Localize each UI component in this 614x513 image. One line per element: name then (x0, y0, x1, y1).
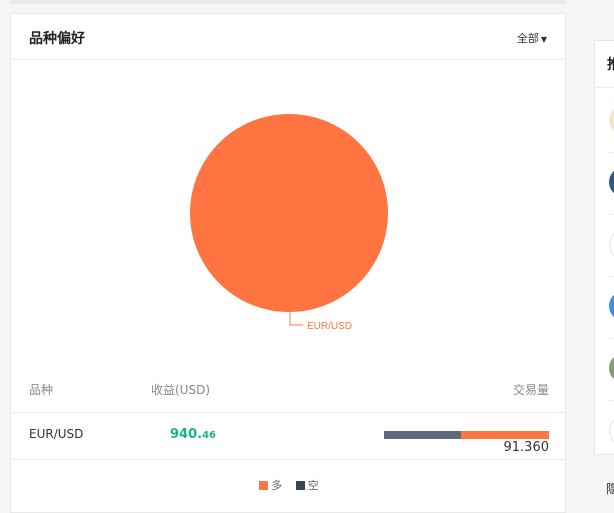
legend-label-long: 多 (271, 479, 283, 492)
avatar[interactable] (609, 415, 614, 447)
right-panel: 推 (594, 40, 614, 455)
card-title: 品种偏好 (29, 31, 85, 47)
legend: 多 空 (11, 477, 567, 493)
legend-item-short[interactable]: 空 (295, 477, 319, 493)
right-panel-title: 推 (607, 54, 614, 74)
avatar[interactable] (609, 105, 614, 135)
right-panel-header: 推 (595, 41, 614, 88)
divider (609, 400, 614, 401)
caret-down-icon: ▼ (540, 35, 547, 44)
legend-item-long[interactable]: 多 (259, 477, 282, 493)
filter-dropdown[interactable]: 全部 ▼ (517, 30, 547, 46)
divider (609, 152, 614, 153)
card-header: 品种偏好 全部 ▼ (11, 14, 565, 60)
row-profit: 940.46 (170, 427, 216, 442)
header-symbol: 品种 (29, 383, 54, 397)
volume-bar-long (461, 431, 549, 439)
divider (609, 338, 614, 339)
table-header: 品种 收益(USD) 交易量 (11, 376, 567, 413)
header-profit: 收益(USD) (151, 383, 211, 397)
top-strip (10, 0, 566, 4)
legend-label-short: 空 (307, 479, 319, 492)
legend-swatch-short (295, 481, 305, 490)
row-profit-int: 940. (170, 427, 203, 442)
legend-swatch-long (259, 481, 269, 490)
avatar[interactable] (609, 229, 614, 261)
symbol-preference-card: 品种偏好 全部 ▼ EUR/USD 品种 收益(USD) 交易量 EUR/USD … (10, 13, 567, 513)
row-profit-dec: 46 (202, 430, 216, 441)
row-symbol: EUR/USD (29, 427, 84, 441)
divider (609, 214, 614, 215)
filter-label: 全部 (516, 32, 539, 45)
divider (609, 276, 614, 277)
avatar[interactable] (609, 167, 614, 197)
right-bottom-label: 隐 (606, 482, 614, 496)
volume-bar (384, 431, 549, 439)
table-row: EUR/USD 940.46 91.360 (11, 413, 567, 460)
pie-label-leader (289, 312, 303, 326)
pie-label-eurusd: EUR/USD (307, 321, 352, 332)
pie-chart: EUR/USD (190, 114, 388, 332)
header-volume: 交易量 (512, 383, 549, 397)
pie-slice-eurusd[interactable] (190, 114, 388, 312)
row-volume: 91.360 (503, 440, 550, 455)
avatar[interactable] (609, 291, 614, 321)
avatar[interactable] (609, 353, 614, 383)
volume-bar-short (384, 431, 461, 439)
